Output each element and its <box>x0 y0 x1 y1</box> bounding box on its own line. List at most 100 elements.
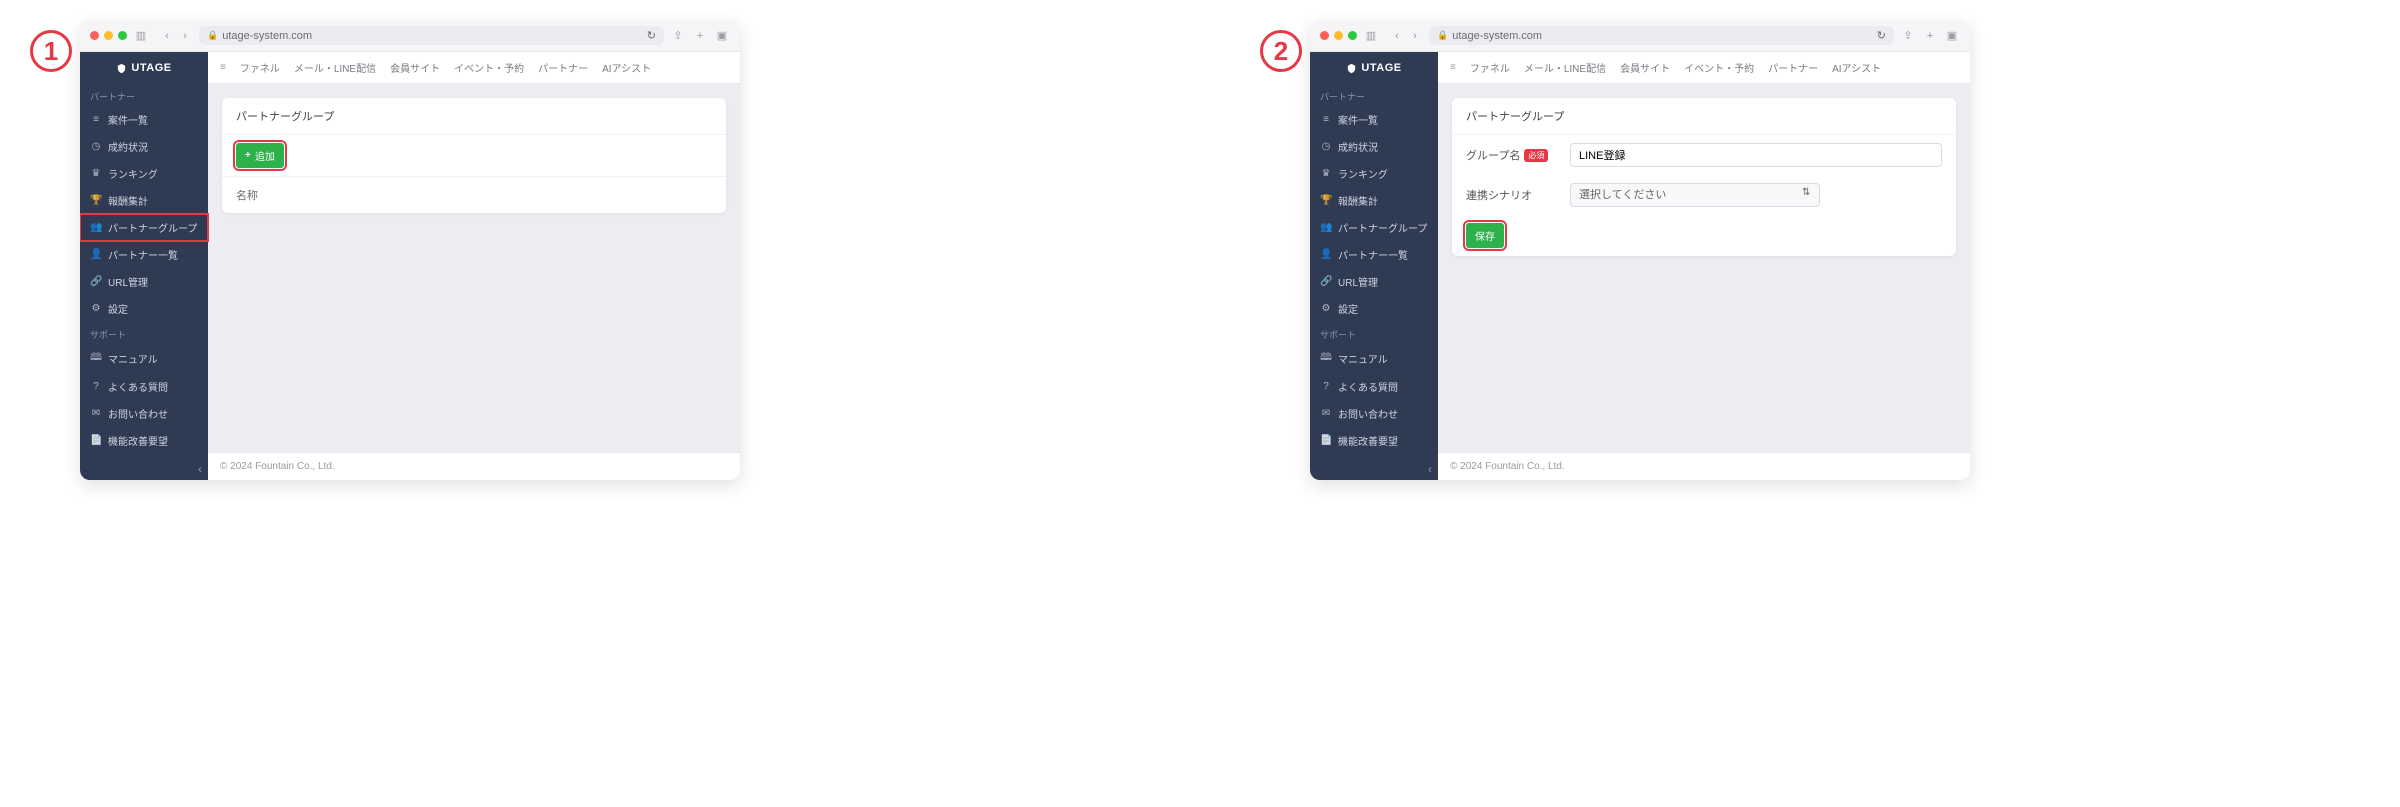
minimize-icon[interactable] <box>1334 31 1343 40</box>
topnav-item[interactable]: ファネル <box>240 60 280 75</box>
sidebar-item-partner-list[interactable]: 👤パートナー一覧 <box>80 241 208 268</box>
topnav-item[interactable]: イベント・予約 <box>454 60 524 75</box>
new-tab-icon[interactable]: + <box>1922 30 1938 42</box>
forward-icon[interactable]: › <box>1407 30 1423 42</box>
sidebar-item-partner-group[interactable]: 👥パートナーグループ <box>80 214 208 241</box>
crown-icon: ♛ <box>90 168 102 179</box>
lock-icon: 🔒 <box>1437 30 1448 41</box>
close-icon[interactable] <box>1320 31 1329 40</box>
add-button[interactable]: + 追加 <box>236 143 284 168</box>
label-group-name: グループ名 <box>1466 147 1520 163</box>
scenario-select[interactable]: 選択してください <box>1570 183 1820 207</box>
sidebar-item-faq[interactable]: ?よくある質問 <box>80 373 208 400</box>
sidebar-item-label: 案件一覧 <box>108 112 148 127</box>
sidebar-icon[interactable]: ▥ <box>133 29 149 42</box>
back-icon[interactable]: ‹ <box>1389 30 1405 42</box>
sidebar-item-ranking[interactable]: ♛ランキング <box>1310 160 1438 187</box>
sidebar-collapse[interactable]: ‹ <box>1310 458 1438 480</box>
book-icon: 🕮 <box>1320 350 1332 367</box>
sidebar-item-label: よくある質問 <box>108 379 168 394</box>
sidebar-section-support: サポート <box>80 322 208 344</box>
close-icon[interactable] <box>90 31 99 40</box>
sidebar-item-contracts[interactable]: ◷成約状況 <box>1310 133 1438 160</box>
sidebar-collapse[interactable]: ‹ <box>80 458 208 480</box>
sidebar-item-label: パートナーグループ <box>108 220 197 235</box>
sidebar-item-reward[interactable]: 🏆報酬集計 <box>1310 187 1438 214</box>
sidebar-item-partner-list[interactable]: 👤パートナー一覧 <box>1310 241 1438 268</box>
crown-icon: ♛ <box>1320 168 1332 179</box>
topnav-item[interactable]: AIアシスト <box>1832 60 1881 75</box>
content: パートナーグループ + 追加 名称 <box>208 84 740 452</box>
traffic-lights <box>90 31 127 40</box>
pie-icon: ◷ <box>90 141 102 152</box>
list-icon: ≡ <box>90 114 102 125</box>
sidebar-item-reward[interactable]: 🏆報酬集計 <box>80 187 208 214</box>
group-name-input[interactable] <box>1570 143 1942 167</box>
topnav-item[interactable]: パートナー <box>1768 60 1818 75</box>
zoom-icon[interactable] <box>118 31 127 40</box>
form-row-save: 保存 <box>1452 215 1956 256</box>
reload-icon[interactable]: ↻ <box>647 29 656 42</box>
sidebar-section-partner: パートナー <box>1310 84 1438 106</box>
sidebar-item-cases[interactable]: ≡案件一覧 <box>1310 106 1438 133</box>
step1-badge: 1 <box>30 30 72 72</box>
sidebar-item-settings[interactable]: ⚙設定 <box>1310 295 1438 322</box>
new-tab-icon[interactable]: + <box>692 30 708 42</box>
back-icon[interactable]: ‹ <box>159 30 175 42</box>
topnav-item[interactable]: AIアシスト <box>602 60 651 75</box>
sidebar-item-label: マニュアル <box>108 351 158 366</box>
sidebar-item-label: 設定 <box>108 301 128 316</box>
share-icon[interactable]: ⇪ <box>1900 29 1916 42</box>
traffic-lights <box>1320 31 1357 40</box>
sidebar-item-feedback[interactable]: 📄機能改善要望 <box>80 427 208 454</box>
topnav-item[interactable]: ファネル <box>1470 60 1510 75</box>
plus-icon: + <box>245 150 251 161</box>
url-bar[interactable]: 🔒 utage-system.com ↻ <box>1429 26 1894 45</box>
topnav: ≡ ファネル メール・LINE配信 会員サイト イベント・予約 パートナー AI… <box>1438 52 1970 84</box>
sidebar-item-manual[interactable]: 🕮マニュアル <box>80 344 208 373</box>
sidebar-item-settings[interactable]: ⚙設定 <box>80 295 208 322</box>
reload-icon[interactable]: ↻ <box>1877 29 1886 42</box>
topnav-item[interactable]: メール・LINE配信 <box>1524 60 1606 75</box>
hamburger-icon[interactable]: ≡ <box>220 62 226 73</box>
sidebar-item-manual[interactable]: 🕮マニュアル <box>1310 344 1438 373</box>
sidebar-item-contact[interactable]: ✉お問い合わせ <box>1310 400 1438 427</box>
chevron-left-icon: ‹ <box>1428 462 1432 476</box>
mail-icon: ✉ <box>90 408 102 419</box>
logo[interactable]: UTAGE <box>80 52 208 84</box>
sidebar-item-feedback[interactable]: 📄機能改善要望 <box>1310 427 1438 454</box>
link-icon: 🔗 <box>90 276 102 287</box>
sidebar-item-contracts[interactable]: ◷成約状況 <box>80 133 208 160</box>
sidebar-item-partner-group[interactable]: 👥パートナーグループ <box>1310 214 1438 241</box>
topnav-item[interactable]: メール・LINE配信 <box>294 60 376 75</box>
sidebar-item-ranking[interactable]: ♛ランキング <box>80 160 208 187</box>
save-button[interactable]: 保存 <box>1466 223 1504 248</box>
sidebar-item-contact[interactable]: ✉ お問い合わせ <box>80 400 208 427</box>
sidebar-item-label: お問い合わせ <box>108 406 168 421</box>
minimize-icon[interactable] <box>104 31 113 40</box>
sidebar-item-label: パートナー一覧 <box>108 247 178 262</box>
sidebar-item-label: 機能改善要望 <box>108 433 168 448</box>
zoom-icon[interactable] <box>1348 31 1357 40</box>
hamburger-icon[interactable]: ≡ <box>1450 62 1456 73</box>
brand-text: UTAGE <box>131 62 171 74</box>
topnav-item[interactable]: 会員サイト <box>390 60 440 75</box>
sidebar-item-url[interactable]: 🔗URL管理 <box>1310 268 1438 295</box>
app: UTAGE パートナー ≡ 案件一覧 ◷成約状況 ♛ランキング 🏆報酬集計 👥パー… <box>80 52 740 480</box>
topnav-item[interactable]: イベント・予約 <box>1684 60 1754 75</box>
trophy-icon: 🏆 <box>90 195 102 206</box>
sidebar-item-url[interactable]: 🔗URL管理 <box>80 268 208 295</box>
share-icon[interactable]: ⇪ <box>670 29 686 42</box>
logo[interactable]: UTAGE <box>1310 52 1438 84</box>
sidebar-icon[interactable]: ▥ <box>1363 29 1379 42</box>
sidebar-item-faq[interactable]: ?よくある質問 <box>1310 373 1438 400</box>
tabs-icon[interactable]: ▣ <box>1944 29 1960 42</box>
topnav-item[interactable]: 会員サイト <box>1620 60 1670 75</box>
sidebar-item-cases[interactable]: ≡ 案件一覧 <box>80 106 208 133</box>
tabs-icon[interactable]: ▣ <box>714 29 730 42</box>
url-bar[interactable]: 🔒 utage-system.com ↻ <box>199 26 664 45</box>
sidebar: UTAGE パートナー ≡案件一覧 ◷成約状況 ♛ランキング 🏆報酬集計 👥パー… <box>1310 52 1438 480</box>
topnav-item[interactable]: パートナー <box>538 60 588 75</box>
forward-icon[interactable]: › <box>177 30 193 42</box>
step2-wrap: 2 ▥ ‹ › 🔒 utage-system.com ↻ ⇪ + ▣ <box>1250 20 2380 787</box>
